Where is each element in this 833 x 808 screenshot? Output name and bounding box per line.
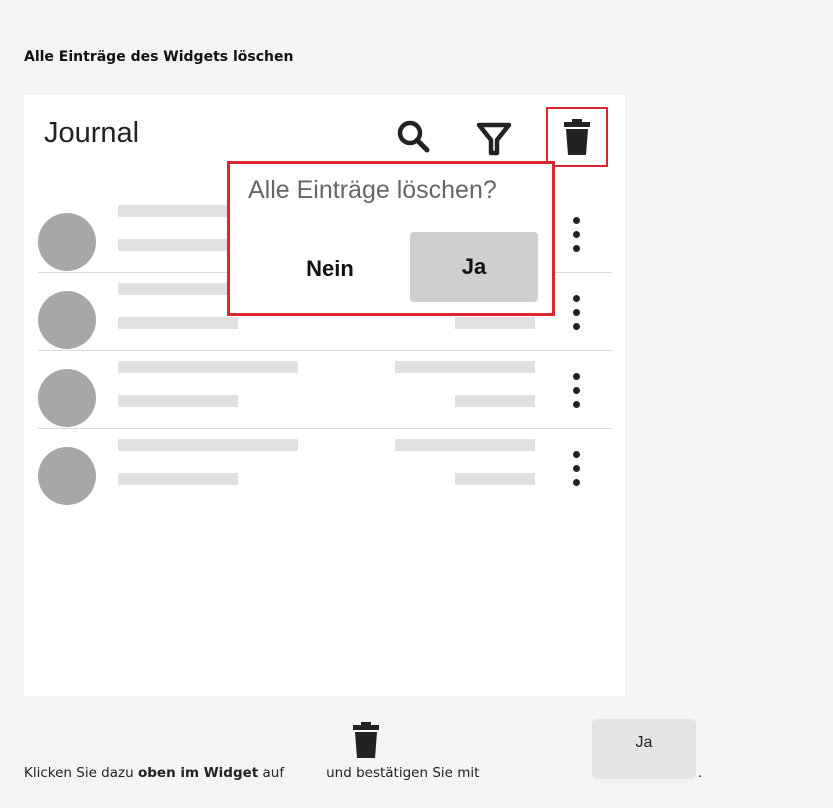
yes-button[interactable]: Ja xyxy=(410,232,538,302)
instruction-end: . xyxy=(698,765,703,781)
instruction-text: Klicken Sie dazu oben im Widget auf und b… xyxy=(24,765,479,781)
placeholder-line xyxy=(118,439,298,451)
instruction-middle: und bestätigen Sie mit xyxy=(326,765,480,781)
delete-all-button[interactable] xyxy=(546,107,608,167)
journal-widget: Journal Alle Einträge löschen? Nein Ja xyxy=(24,95,625,696)
filter-icon[interactable] xyxy=(474,118,514,158)
dialog-title: Alle Einträge löschen? xyxy=(248,176,497,204)
placeholder-line xyxy=(118,395,238,407)
avatar xyxy=(38,213,96,271)
placeholder-line xyxy=(455,317,535,329)
instruction-bold: oben im Widget xyxy=(137,765,259,781)
avatar xyxy=(38,369,96,427)
inline-yes-button-image: Ja xyxy=(592,719,696,779)
avatar xyxy=(38,447,96,505)
placeholder-line xyxy=(118,239,238,251)
list-item xyxy=(38,429,612,507)
more-options-icon[interactable] xyxy=(568,451,584,487)
page-heading: Alle Einträge des Widgets löschen xyxy=(24,49,294,65)
no-button[interactable]: Nein xyxy=(270,234,390,304)
more-options-icon[interactable] xyxy=(568,295,584,331)
avatar xyxy=(38,291,96,349)
widget-title: Journal xyxy=(44,117,140,149)
placeholder-line xyxy=(118,473,238,485)
placeholder-line xyxy=(455,473,535,485)
list-item xyxy=(38,351,612,429)
placeholder-line xyxy=(395,361,535,373)
more-options-icon[interactable] xyxy=(568,217,584,253)
confirm-delete-dialog: Alle Einträge löschen? Nein Ja xyxy=(227,161,555,316)
placeholder-line xyxy=(118,361,298,373)
search-icon[interactable] xyxy=(394,118,434,158)
trash-icon xyxy=(564,119,590,155)
placeholder-line xyxy=(395,439,535,451)
more-options-icon[interactable] xyxy=(568,373,584,409)
trash-icon xyxy=(352,722,380,762)
placeholder-line xyxy=(118,317,238,329)
instruction-after-bold: auf xyxy=(258,765,285,781)
instruction-before: Klicken Sie dazu xyxy=(24,765,138,781)
placeholder-line xyxy=(455,395,535,407)
